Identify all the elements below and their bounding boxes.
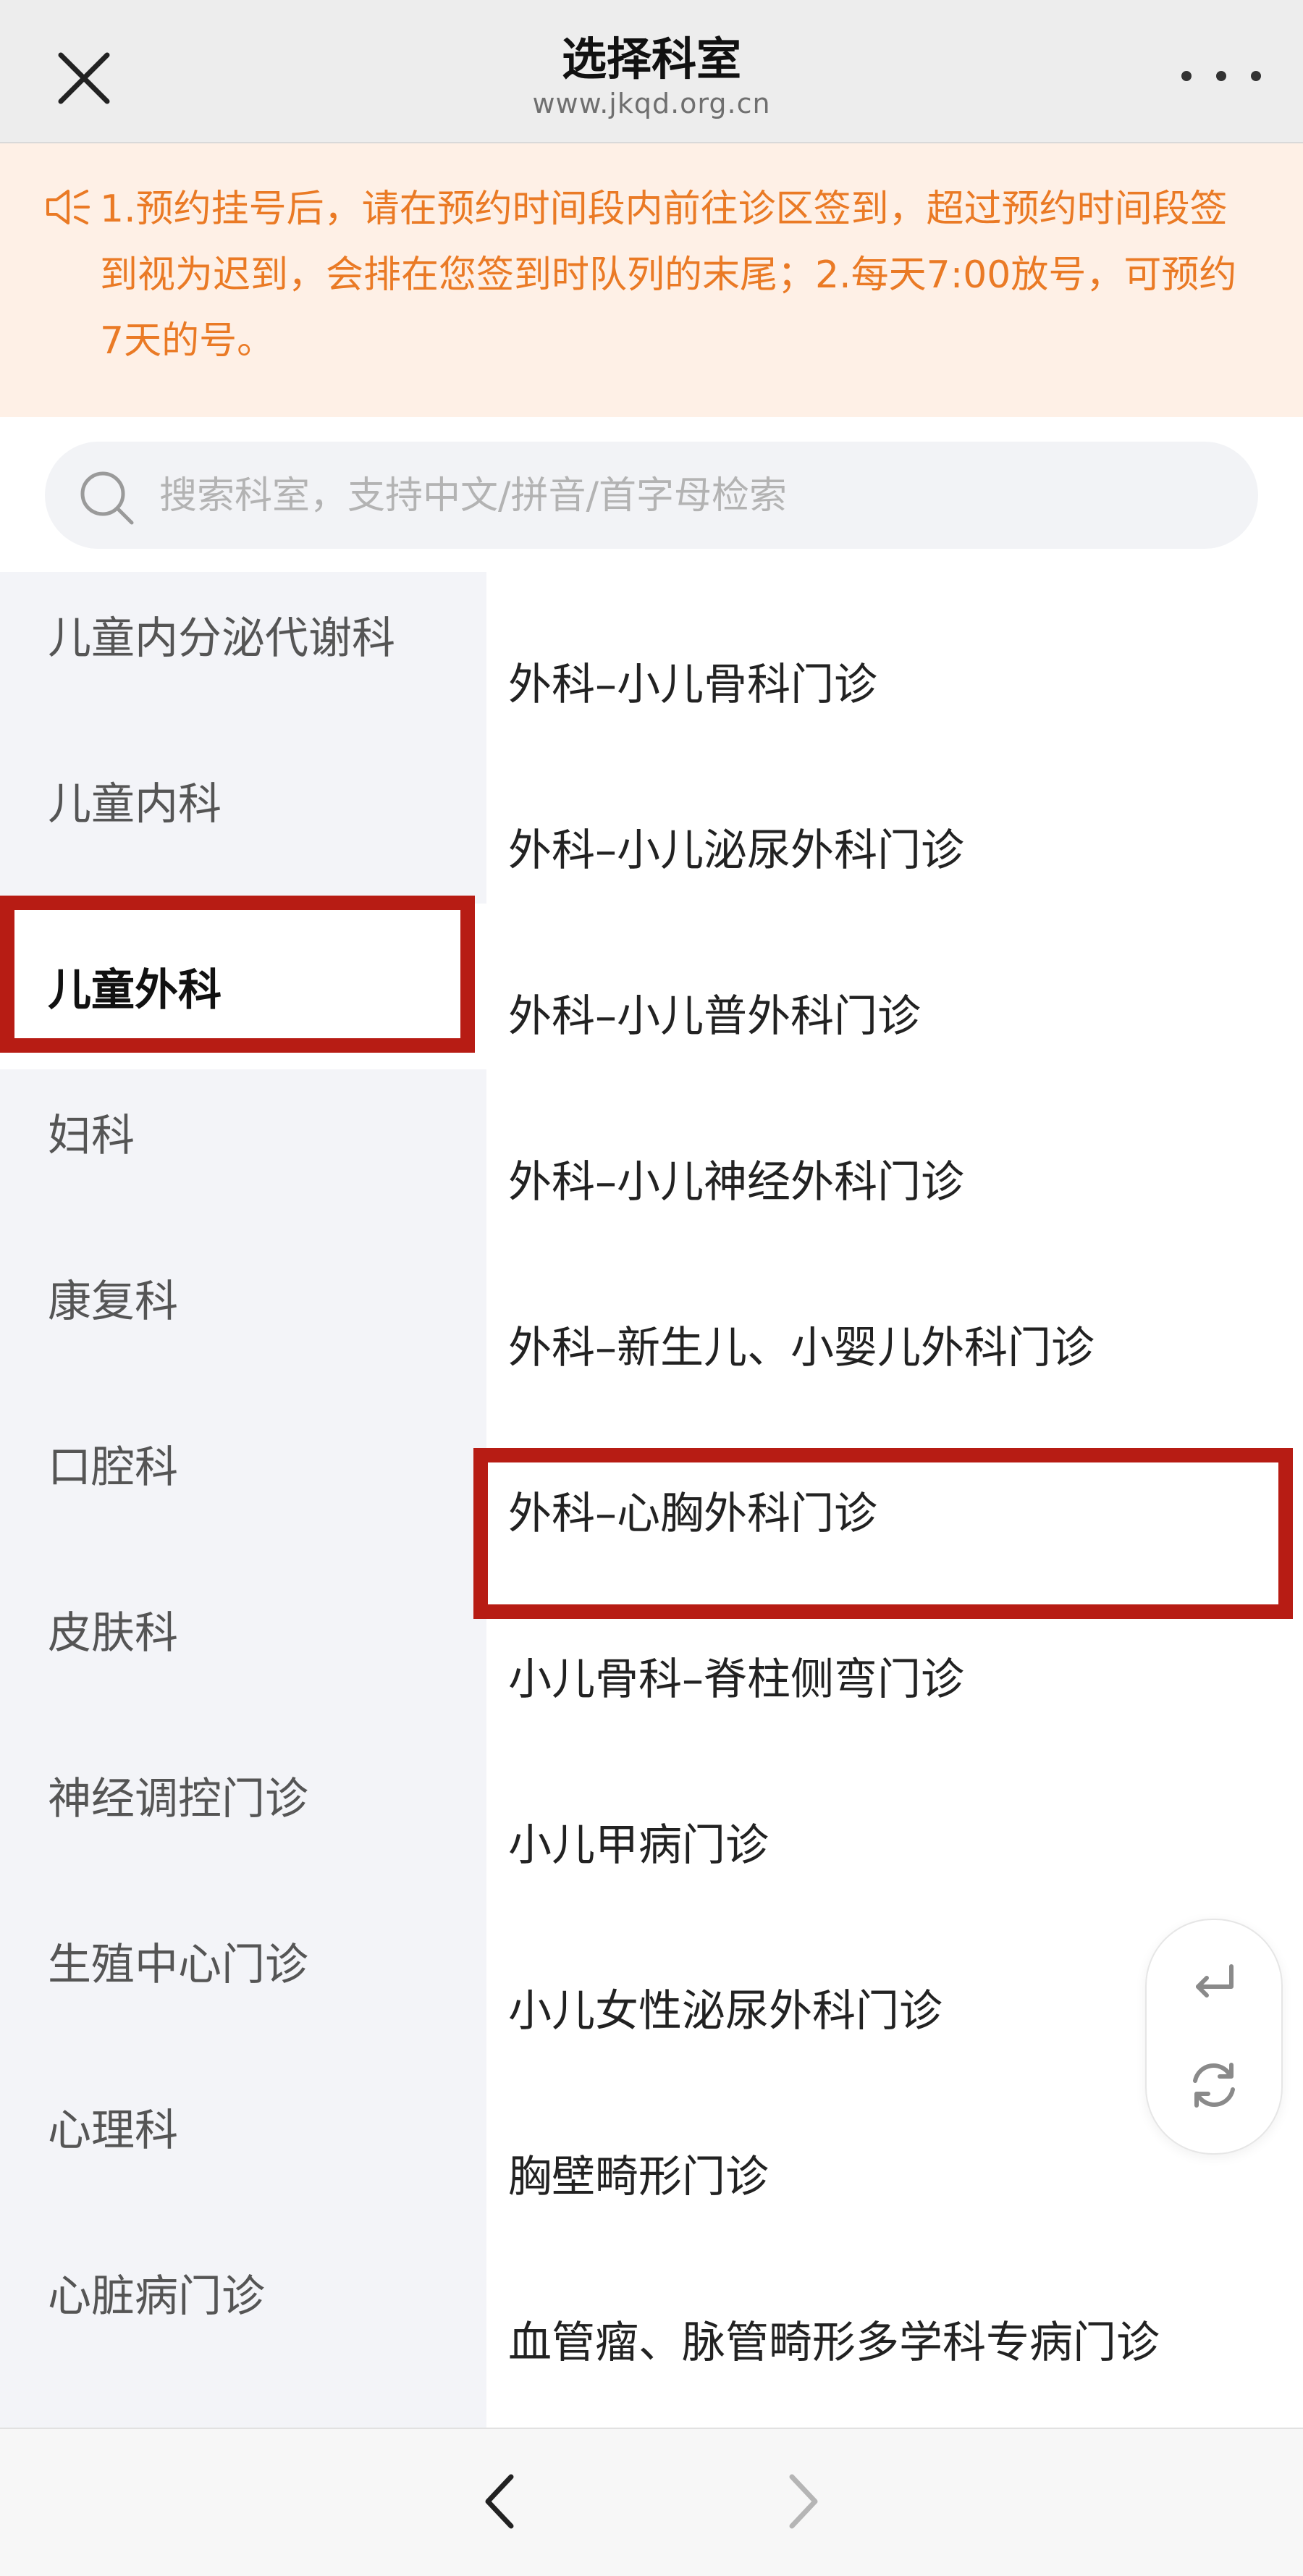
sidebar-item[interactable]: 心理科 [0, 2064, 486, 2230]
department-item-label: 小儿女性泌尿外科门诊 [508, 1986, 943, 2037]
search-icon [80, 471, 134, 525]
sidebar-item-label: 儿童内科 [48, 779, 222, 830]
search-bar[interactable] [45, 442, 1258, 550]
department-item-label: 小儿甲病门诊 [508, 1820, 769, 1871]
chevron-right-icon [789, 2474, 818, 2529]
sidebar-item[interactable]: 妇科 [0, 1069, 486, 1235]
department-item[interactable]: 外科–小儿神经外科门诊 [486, 1069, 1303, 1235]
return-arrow-icon [1196, 1964, 1234, 1998]
more-dots-icon [1216, 71, 1226, 81]
sidebar-item[interactable]: 儿童内分泌代谢科 [0, 572, 486, 738]
department-item-label: 外科–新生儿、小婴儿外科门诊 [508, 1323, 1095, 1373]
department-item[interactable]: 外科–小儿泌尿外科门诊 [486, 738, 1303, 904]
sidebar-item[interactable]: 康复科 [0, 1235, 486, 1401]
sidebar-item-label: 妇科 [48, 1111, 135, 1161]
department-item[interactable]: 外科–小儿普外科门诊 [486, 904, 1303, 1069]
more-dots-icon [1181, 71, 1192, 81]
department-item-label: 胸壁畸形门诊 [508, 2152, 769, 2202]
sidebar-item[interactable]: 皮肤科 [0, 1567, 486, 1733]
refresh-icon [1193, 2063, 1235, 2108]
department-list: 外科–小儿骨科门诊 外科–小儿泌尿外科门诊 外科–小儿普外科门诊 外科–小儿神经… [486, 572, 1303, 2428]
sidebar-item-label: 心理科 [48, 2105, 178, 2156]
department-item-label: 小儿骨科–脊柱侧弯门诊 [508, 1654, 964, 1705]
sidebar-item-label: 神经调控门诊 [48, 1774, 308, 1824]
sidebar-item[interactable]: 口腔科 [0, 1401, 486, 1567]
search-input[interactable] [158, 442, 1232, 550]
page-title: 选择科室 [561, 33, 741, 85]
page-url: www.jkqd.org.cn [532, 88, 771, 119]
refresh-button[interactable] [1185, 2056, 1243, 2114]
sidebar-item-label: 心脏病门诊 [48, 2271, 265, 2322]
sidebar-item[interactable]: 儿童内科 [0, 738, 486, 904]
department-category-sidebar: 儿童内分泌代谢科 儿童内科 儿童外科 妇科 康复科 口腔科 皮肤科 神经调控门诊… [0, 572, 486, 2428]
department-item-label: 外科–小儿神经外科门诊 [508, 1157, 964, 1208]
forward-button[interactable] [764, 2465, 837, 2538]
sidebar-item[interactable]: 心脏病门诊 [0, 2230, 486, 2396]
department-item[interactable]: 小儿骨科–脊柱侧弯门诊 [486, 1567, 1303, 1733]
sidebar-item-selected[interactable]: 儿童外科 [0, 904, 486, 1069]
department-item[interactable]: 外科–小儿骨科门诊 [486, 572, 1303, 738]
notice-text: 1.预约挂号后，请在预约时间段内前往诊区签到，超过预约时间段签到视为迟到，会排在… [100, 188, 1237, 363]
department-item[interactable]: 小儿甲病门诊 [486, 1733, 1303, 1898]
department-item[interactable]: 外科–新生儿、小婴儿外科门诊 [486, 1235, 1303, 1401]
bottom-navigation-bar [0, 2428, 1303, 2576]
sidebar-item-label: 皮肤科 [48, 1608, 178, 1659]
department-item[interactable]: 血管瘤、脉管畸形多学科专病门诊 [486, 2230, 1303, 2396]
sidebar-item-label: 口腔科 [48, 1442, 178, 1493]
sidebar-item[interactable]: 生殖中心门诊 [0, 1898, 486, 2064]
department-item-label: 外科–小儿普外科门诊 [508, 991, 921, 1042]
floating-action-panel [1145, 1919, 1283, 2155]
department-item-label: 外科–小儿泌尿外科门诊 [508, 825, 964, 876]
sidebar-item-label: 康复科 [48, 1276, 178, 1327]
department-item-label: 外科–心胸外科门诊 [508, 1489, 877, 1539]
chevron-left-icon [485, 2474, 514, 2529]
back-button[interactable] [466, 2465, 539, 2538]
sidebar-item-label: 儿童外科 [48, 965, 222, 1016]
speaker-icon [46, 190, 90, 224]
sidebar-item-label: 儿童内分泌代谢科 [48, 613, 395, 664]
sidebar-item-label: 生殖中心门诊 [48, 1940, 308, 1990]
department-item-label: 外科–小儿骨科门诊 [508, 660, 877, 710]
top-bar: 选择科室 www.jkqd.org.cn [0, 0, 1303, 143]
sidebar-item[interactable]: 神经调控门诊 [0, 1733, 486, 1898]
department-item-label: 血管瘤、脉管畸形多学科专病门诊 [508, 2318, 1160, 2368]
department-item-highlighted[interactable]: 外科–心胸外科门诊 [486, 1401, 1303, 1567]
return-button[interactable] [1185, 1956, 1243, 2014]
more-dots-icon [1251, 71, 1261, 81]
more-options-button[interactable] [1181, 51, 1261, 101]
